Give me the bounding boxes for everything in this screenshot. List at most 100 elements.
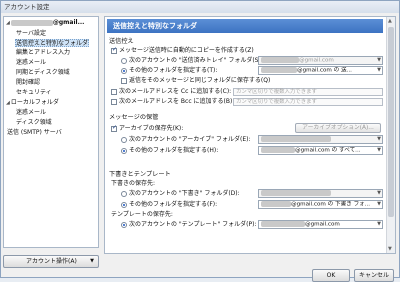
radio-icon	[121, 57, 127, 64]
tree-account-node[interactable]: ◢ @gmail...	[6, 19, 84, 27]
account-settings-window: アカウント設定 ◢ @gmail... サーバ設定 送信控えと特別なフォルダ 編集…	[0, 0, 400, 282]
settings-pane: 送信控えと特別なフォルダ ▲ ▼ 送信控え メッセージ送信時に自動的にコピーを作…	[104, 16, 396, 254]
cc-checkbox[interactable]: 次のメールアドレスを Cc に追加する(C):	[111, 88, 231, 96]
archive-options-button[interactable]: アーカイブオプション(A)...	[295, 123, 381, 133]
ok-button[interactable]: OK	[312, 269, 350, 282]
archive-folder-select[interactable]: ▼	[258, 135, 383, 144]
archive-other-select[interactable]: @gmail.com の すべて... ▼	[258, 146, 383, 155]
redacted-account	[261, 67, 297, 73]
dialog-client: ◢ @gmail... サーバ設定 送信控えと特別なフォルダ 編集とアドレス入力 …	[1, 13, 399, 282]
sent-other-radio-label: その他のフォルダを指定する(T):	[129, 67, 218, 74]
checkbox-checked-icon	[111, 124, 117, 132]
archive-folder-radio[interactable]: 次のアカウントの "アーカイブ" フォルダ(E):	[121, 136, 250, 144]
chevron-down-icon: ▼	[377, 190, 381, 196]
tree-item-server-settings[interactable]: サーバ設定	[16, 30, 46, 38]
tree-item-junk[interactable]: 迷惑メール	[16, 59, 46, 67]
drafts-location-label: 下書きの保存先:	[111, 180, 156, 187]
drafts-folder-radio-label: 次のアカウントの "下書き" フォルダ(D):	[129, 190, 240, 197]
chevron-down-icon: ▼	[377, 57, 381, 63]
sent-folder-select-value: @gmail.com	[299, 57, 334, 64]
radio-icon	[121, 190, 127, 197]
pane-title: 送信控えと特別なフォルダ	[107, 19, 383, 33]
templates-folder-radio[interactable]: 次のアカウントの "テンプレート" フォルダ(P):	[121, 221, 256, 229]
cc-label: 次のメールアドレスを Cc に追加する(C):	[119, 88, 232, 95]
redacted-account	[261, 57, 299, 63]
checkbox-icon	[121, 77, 127, 84]
redacted-account-name	[10, 19, 53, 26]
redacted-account	[261, 221, 305, 227]
scroll-down-icon[interactable]: ▼	[388, 246, 392, 252]
copy-on-send-label: メッセージ送信時に自動的にコピーを作成する(Z)	[119, 47, 254, 54]
sent-folder-radio-label: 次のアカウントの "送信済みトレイ" フォルダ(S):	[129, 57, 263, 64]
redacted-account	[261, 201, 291, 207]
archive-folder-radio-label: 次のアカウントの "アーカイブ" フォルダ(E):	[129, 136, 251, 143]
chevron-down-icon: ▼	[377, 221, 381, 227]
drafts-folder-radio[interactable]: 次のアカウントの "下書き" フォルダ(D):	[121, 190, 240, 198]
tree-item-composition[interactable]: 編集とアドレス入力	[16, 49, 70, 57]
copy-on-send-checkbox[interactable]: メッセージ送信時に自動的にコピーを作成する(Z)	[111, 46, 254, 55]
cc-address-input[interactable]: カンマ区切りで複数入力できます	[233, 88, 383, 96]
checkbox-icon	[111, 98, 117, 105]
redacted-account	[261, 136, 331, 142]
account-actions-button[interactable]: アカウント操作(A) ▼	[3, 255, 99, 268]
account-actions-label: アカウント操作(A)	[26, 258, 77, 265]
chevron-down-icon: ▼	[377, 147, 381, 153]
sent-folder-radio[interactable]: 次のアカウントの "送信済みトレイ" フォルダ(S):	[121, 57, 263, 65]
chevron-down-icon: ▼	[377, 136, 381, 142]
scroll-up-icon[interactable]: ▲	[388, 18, 392, 24]
drafts-other-select[interactable]: @gmail.com の 下書き フォ... ▼	[258, 200, 383, 209]
tree-item-sync-disk[interactable]: 同期とディスク領域	[16, 69, 70, 77]
templates-folder-radio-label: 次のアカウントの "テンプレート" フォルダ(P):	[129, 221, 257, 228]
radio-selected-icon	[121, 147, 127, 154]
scroll-thumb[interactable]	[388, 27, 394, 217]
keep-archive-label: アーカイブの保存先(K):	[119, 125, 184, 132]
tree-local-folders[interactable]: ◢ローカルフォルダ	[6, 99, 59, 107]
drafts-other-radio[interactable]: その他のフォルダを指定する(F):	[121, 201, 217, 209]
tree-item-receipts[interactable]: 開封確認	[16, 79, 40, 87]
cancel-button[interactable]: キャンセル	[354, 269, 394, 282]
bcc-checkbox[interactable]: 次のメールアドレスを Bcc に追加する(B):	[111, 98, 234, 106]
drafts-folder-select[interactable]: ▼	[258, 189, 383, 198]
keep-archive-checkbox[interactable]: アーカイブの保存先(K):	[111, 124, 184, 133]
drafts-section-header: 下書きとテンプレート	[109, 171, 171, 178]
collapse-triangle-icon[interactable]: ◢	[6, 100, 10, 106]
chevron-down-icon: ▼	[377, 67, 381, 73]
sent-other-select[interactable]: @gmail.com の 送... ▼	[258, 66, 383, 75]
tree-item-local-junk[interactable]: 迷惑メール	[16, 109, 46, 117]
tree-item-local-disk[interactable]: ディスク領域	[16, 119, 52, 127]
local-folders-label: ローカルフォルダ	[10, 99, 59, 106]
account-suffix: @gmail...	[52, 19, 85, 26]
chevron-down-icon: ▼	[377, 201, 381, 207]
sent-other-select-value: @gmail.com の 送...	[297, 67, 352, 74]
archive-other-select-value: @gmail.com の すべて...	[295, 147, 361, 154]
pane-scrollbar[interactable]: ▲ ▼	[386, 17, 395, 253]
tree-item-smtp[interactable]: 送信 (SMTP) サーバ	[7, 129, 62, 137]
checkbox-icon	[111, 88, 117, 95]
archive-other-radio[interactable]: その他のフォルダを指定する(H):	[121, 147, 218, 155]
templates-location-label: テンプレートの保存先:	[111, 211, 173, 218]
radio-selected-icon	[121, 67, 127, 74]
templates-folder-select-value: @gmail.com	[305, 221, 340, 228]
sent-folder-select[interactable]: @gmail.com ▼	[258, 56, 383, 65]
templates-folder-select[interactable]: @gmail.com ▼	[258, 220, 383, 229]
tree-item-copies-folders[interactable]: 送信控えと特別なフォルダ	[15, 39, 90, 47]
archive-other-radio-label: その他のフォルダを指定する(H):	[129, 147, 219, 154]
sent-other-radio[interactable]: その他のフォルダを指定する(T):	[121, 67, 217, 75]
reply-same-folder-label: 返信をそのメッセージと同じフォルダに保存する(Q)	[129, 77, 271, 84]
collapse-triangle-icon[interactable]: ◢	[6, 20, 10, 26]
drafts-other-select-value: @gmail.com の 下書き フォ...	[291, 201, 371, 208]
redacted-account	[261, 147, 295, 153]
radio-selected-icon	[121, 221, 127, 228]
reply-same-folder-checkbox[interactable]: 返信をそのメッセージと同じフォルダに保存する(Q)	[121, 77, 270, 85]
account-tree: ◢ @gmail... サーバ設定 送信控えと特別なフォルダ 編集とアドレス入力 …	[3, 16, 99, 248]
bcc-address-input[interactable]: カンマ区切りで複数入力できます	[233, 98, 383, 106]
drafts-other-radio-label: その他のフォルダを指定する(F):	[129, 201, 218, 208]
archive-section-header: メッセージの保管	[109, 114, 159, 121]
radio-icon	[121, 136, 127, 143]
checkbox-checked-icon	[111, 46, 117, 54]
radio-selected-icon	[121, 201, 127, 208]
tree-item-security[interactable]: セキュリティ	[16, 89, 52, 97]
window-title: アカウント設定	[1, 1, 399, 13]
bcc-label: 次のメールアドレスを Bcc に追加する(B):	[119, 98, 235, 105]
chevron-down-icon: ▼	[90, 258, 94, 264]
